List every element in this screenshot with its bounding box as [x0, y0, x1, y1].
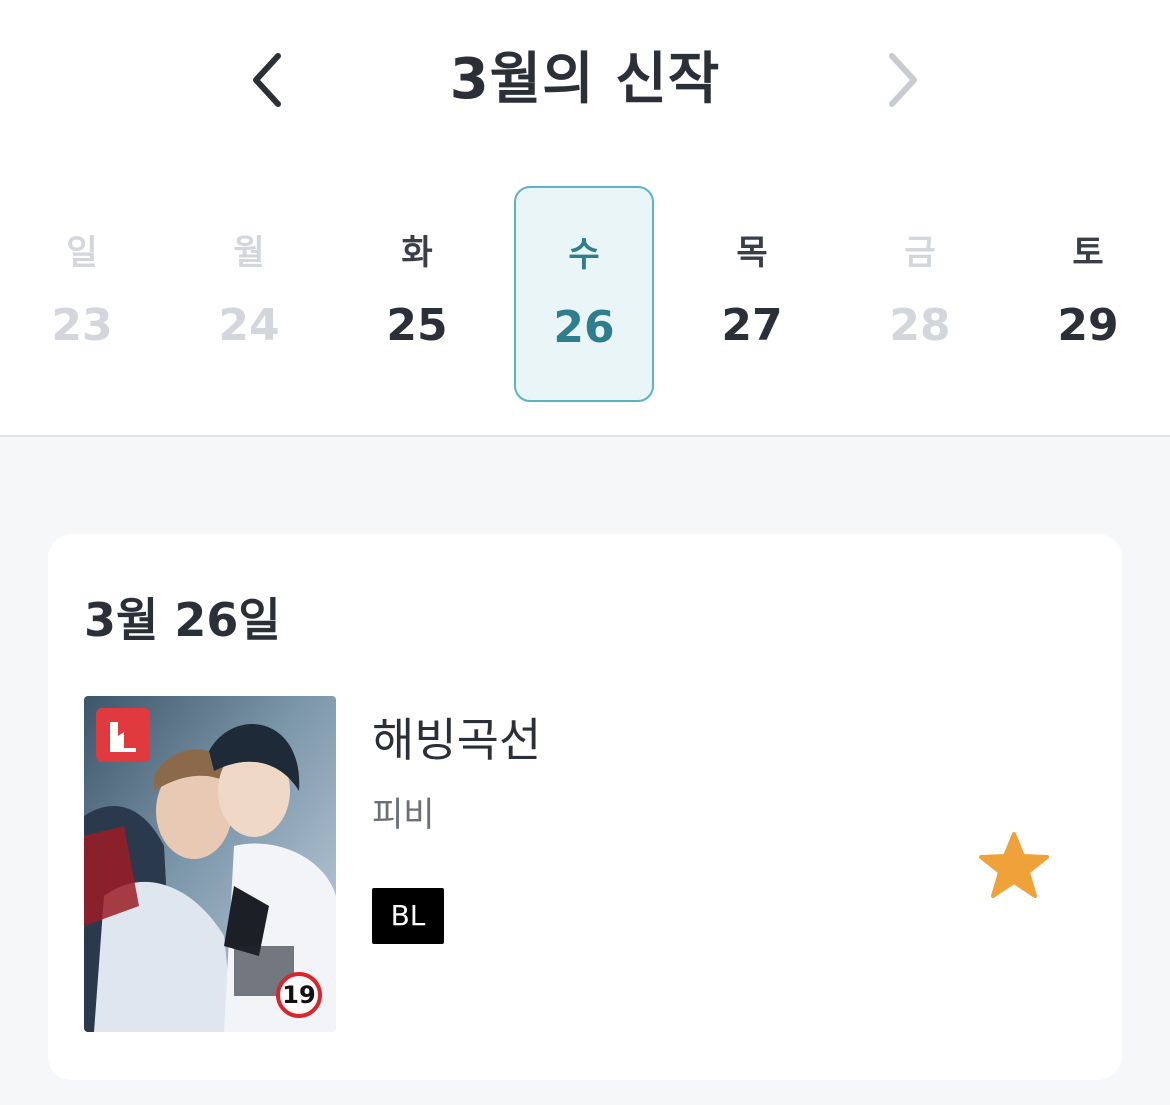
day-number: 24 [218, 300, 280, 351]
age-rating-badge: 19 [276, 972, 322, 1018]
day-number: 26 [553, 302, 615, 353]
comic-cover-thumbnail[interactable]: 19 [84, 696, 336, 1032]
star-icon [979, 832, 1049, 898]
day-of-week-label: 일 [66, 233, 98, 273]
comic-title[interactable]: 해빙곡선 [372, 710, 541, 770]
comic-author: 피비 [372, 795, 435, 835]
chevron-right-icon [889, 53, 917, 107]
day-number: 25 [386, 300, 448, 351]
genre-tag: BL [372, 888, 444, 944]
platform-logo [96, 708, 150, 762]
day-fri[interactable]: 금 28 [850, 186, 990, 402]
month-header: 3월의 신작 [0, 0, 1170, 160]
week-day-selector: 일 23 월 24 화 25 수 26 목 27 금 28 토 29 [0, 186, 1170, 402]
date-selector-panel: 3월의 신작 일 23 월 24 화 25 수 26 목 27 금 28 토 2… [0, 0, 1170, 437]
release-date-heading: 3월 26일 [84, 593, 281, 647]
next-month-button[interactable] [862, 40, 942, 120]
day-of-week-label: 목 [736, 233, 768, 273]
day-of-week-label: 월 [233, 233, 265, 273]
day-of-week-label: 수 [568, 235, 600, 275]
day-number: 29 [1057, 300, 1119, 351]
day-thu[interactable]: 목 27 [682, 186, 822, 402]
day-number: 23 [51, 300, 113, 351]
day-of-week-label: 토 [1072, 233, 1104, 273]
favorite-button[interactable] [972, 824, 1056, 908]
day-sun[interactable]: 일 23 [12, 186, 152, 402]
day-mon[interactable]: 월 24 [179, 186, 319, 402]
day-of-week-label: 화 [401, 233, 433, 273]
day-number: 28 [889, 300, 951, 351]
day-number: 27 [721, 300, 783, 351]
day-sat[interactable]: 토 29 [1018, 186, 1158, 402]
chevron-left-icon [253, 53, 281, 107]
day-tue[interactable]: 화 25 [347, 186, 487, 402]
release-day-card: 3월 26일 19 해빙곡선 피비 BL [48, 534, 1122, 1080]
day-of-week-label: 금 [904, 233, 936, 273]
prev-month-button[interactable] [228, 40, 308, 120]
day-wed[interactable]: 수 26 [514, 186, 654, 402]
page-title: 3월의 신작 [449, 47, 721, 112]
